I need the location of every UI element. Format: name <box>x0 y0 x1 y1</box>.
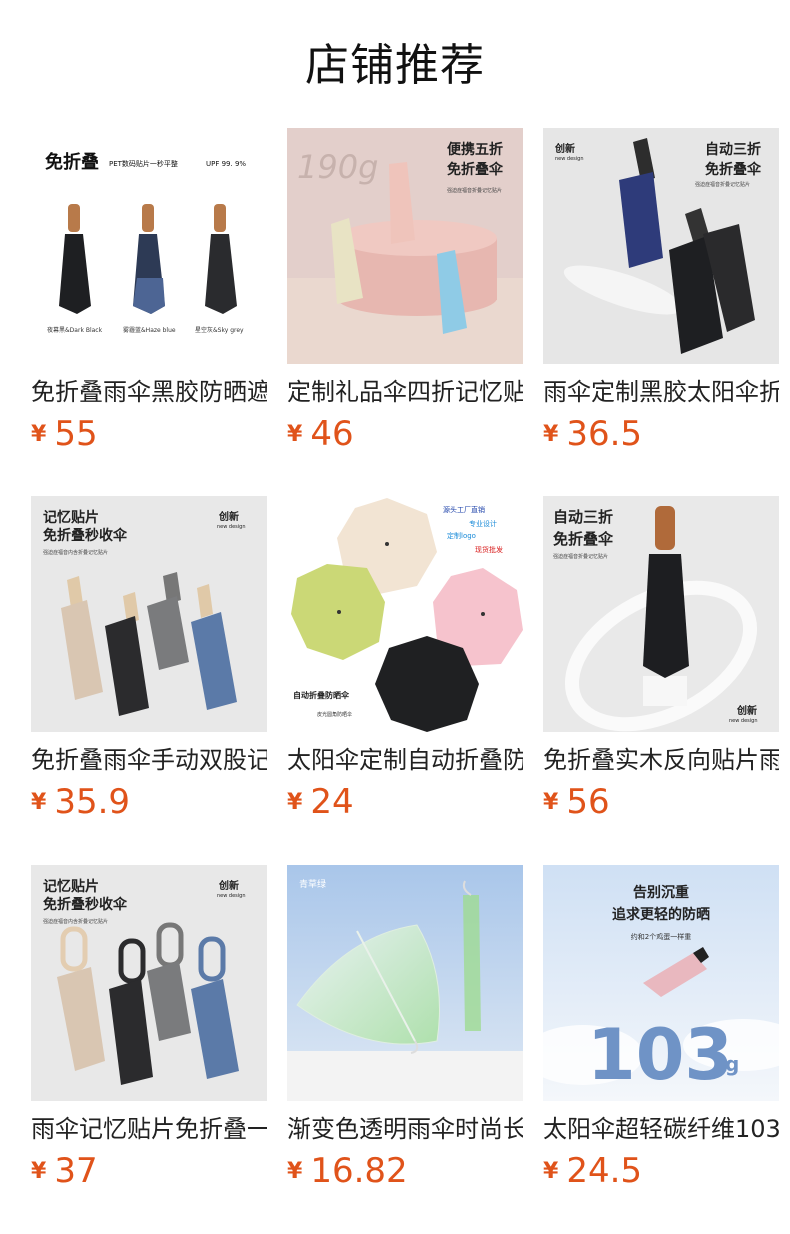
svg-text:定制logo: 定制logo <box>447 531 476 540</box>
product-name[interactable]: 免折叠实木反向贴片雨伞 <box>543 742 779 778</box>
svg-text:雾霾蓝&Haze blue: 雾霾蓝&Haze blue <box>123 326 176 334</box>
svg-text:约和2个鸡蛋一样重: 约和2个鸡蛋一样重 <box>631 932 691 941</box>
product-price: ¥36.5 <box>543 414 642 458</box>
svg-text:创新: 创新 <box>554 142 575 155</box>
price-value: 36.5 <box>566 414 643 454</box>
price-value: 46 <box>310 414 354 454</box>
svg-text:创新: 创新 <box>218 510 239 523</box>
section-title: 店铺推荐 <box>305 40 485 91</box>
svg-text:源头工厂直销: 源头工厂直销 <box>443 505 485 514</box>
svg-text:强迫症福音折叠记忆贴片: 强迫症福音折叠记忆贴片 <box>553 553 608 560</box>
product-card[interactable]: 自动三折 免折叠伞 强迫症福音折叠记忆贴片 创新 new design 免折叠实… <box>543 496 779 826</box>
product-price: ¥16.82 <box>287 1151 408 1195</box>
svg-text:记忆贴片: 记忆贴片 <box>43 878 99 895</box>
currency-symbol: ¥ <box>31 421 47 447</box>
product-card[interactable]: 190g 便携五折 免折叠伞 强迫症福音折叠记忆贴片 定制礼品伞四折记忆贴片 ¥… <box>287 128 523 458</box>
svg-text:new design: new design <box>555 156 584 162</box>
product-image[interactable]: 记忆贴片 免折叠秒收伞 强迫症福音内含折叠记忆贴片 创新 new design <box>31 865 267 1101</box>
product-name[interactable]: 免折叠雨伞黑胶防晒遮阳伞 <box>31 374 267 410</box>
product-image[interactable]: 告别沉重 追求更轻的防晒 约和2个鸡蛋一样重 103 g <box>543 865 779 1101</box>
svg-text:皮光圆角防晒伞: 皮光圆角防晒伞 <box>317 711 352 718</box>
product-image[interactable]: 190g 便携五折 免折叠伞 强迫症福音折叠记忆贴片 <box>287 128 523 364</box>
svg-text:星空灰&Sky grey: 星空灰&Sky grey <box>195 326 244 334</box>
currency-symbol: ¥ <box>287 1158 303 1184</box>
image-upf: UPF 99. 9% <box>206 160 246 168</box>
product-image[interactable]: 源头工厂直销 专业设计 定制logo 现货批发 自动折叠防晒伞 皮光圆角防晒伞 <box>287 496 523 732</box>
image-weight: 190g <box>297 148 378 186</box>
svg-text:强迫症福音内含折叠记忆贴片: 强迫症福音内含折叠记忆贴片 <box>43 549 108 556</box>
svg-text:强迫症福音折叠记忆贴片: 强迫症福音折叠记忆贴片 <box>447 187 502 194</box>
product-card[interactable]: 创新 new design 自动三折 免折叠伞 强迫症福音折叠记忆贴片 雨伞定制… <box>543 128 779 458</box>
product-price: ¥24.5 <box>543 1151 642 1195</box>
svg-text:夜幕黑&Dark Black: 夜幕黑&Dark Black <box>47 326 103 334</box>
svg-text:自动三折: 自动三折 <box>705 141 761 158</box>
product-name[interactable]: 太阳伞定制自动折叠防晒 <box>287 742 523 778</box>
svg-text:创新: 创新 <box>218 879 239 892</box>
svg-text:现货批发: 现货批发 <box>475 545 503 554</box>
svg-text:免折叠伞: 免折叠伞 <box>447 161 504 178</box>
product-card[interactable]: 告别沉重 追求更轻的防晒 约和2个鸡蛋一样重 103 g 太阳伞超轻碳纤维103… <box>543 865 779 1195</box>
price-value: 37 <box>54 1151 98 1191</box>
product-image[interactable]: 创新 new design 自动三折 免折叠伞 强迫症福音折叠记忆贴片 <box>543 128 779 364</box>
price-value: 16.82 <box>310 1151 408 1191</box>
product-price: ¥56 <box>543 782 610 826</box>
currency-symbol: ¥ <box>543 421 559 447</box>
product-price: ¥55 <box>31 414 98 458</box>
image-headline: 免折叠 <box>45 151 99 173</box>
price-value: 24 <box>310 782 354 822</box>
svg-text:强迫症福音折叠记忆贴片: 强迫症福音折叠记忆贴片 <box>695 181 750 188</box>
svg-text:免折叠伞: 免折叠伞 <box>705 161 762 178</box>
product-name[interactable]: 雨伞定制黑胶太阳伞折叠 <box>543 374 779 410</box>
product-price: ¥46 <box>287 414 354 458</box>
price-value: 55 <box>54 414 98 454</box>
svg-text:免折叠秒收伞: 免折叠秒收伞 <box>43 896 128 913</box>
currency-symbol: ¥ <box>287 789 303 815</box>
product-name[interactable]: 太阳伞超轻碳纤维103g <box>543 1111 779 1147</box>
svg-text:new design: new design <box>729 718 758 724</box>
currency-symbol: ¥ <box>31 789 47 815</box>
product-card[interactable]: 记忆贴片 免折叠秒收伞 强迫症福音内含折叠记忆贴片 创新 new design … <box>31 496 267 826</box>
svg-text:创新: 创新 <box>736 704 757 717</box>
svg-text:免折叠秒收伞: 免折叠秒收伞 <box>43 527 128 544</box>
product-card[interactable]: 记忆贴片 免折叠秒收伞 强迫症福音内含折叠记忆贴片 创新 new design … <box>31 865 267 1195</box>
price-value: 56 <box>566 782 610 822</box>
product-card[interactable]: 青草绿 渐变色透明雨伞时尚长柄 ¥16.82 <box>287 865 523 1195</box>
product-name[interactable]: 免折叠雨伞手动双股记忆 <box>31 742 267 778</box>
product-card[interactable]: 免折叠 PET数码贴片一秒平整 UPF 99. 9% 夜幕黑&Dark Blac… <box>31 128 267 458</box>
product-name[interactable]: 雨伞记忆贴片免折叠一秒收 <box>31 1111 267 1147</box>
currency-symbol: ¥ <box>543 1158 559 1184</box>
svg-text:强迫症福音内含折叠记忆贴片: 强迫症福音内含折叠记忆贴片 <box>43 918 108 925</box>
product-price: ¥37 <box>31 1151 98 1195</box>
svg-text:记忆贴片: 记忆贴片 <box>43 509 99 526</box>
product-image[interactable]: 免折叠 PET数码贴片一秒平整 UPF 99. 9% 夜幕黑&Dark Blac… <box>31 128 267 364</box>
product-image[interactable]: 自动三折 免折叠伞 强迫症福音折叠记忆贴片 创新 new design <box>543 496 779 732</box>
product-image[interactable]: 青草绿 <box>287 865 523 1101</box>
product-card[interactable]: 源头工厂直销 专业设计 定制logo 现货批发 自动折叠防晒伞 皮光圆角防晒伞 … <box>287 496 523 826</box>
svg-text:告别沉重: 告别沉重 <box>633 884 689 901</box>
product-name[interactable]: 渐变色透明雨伞时尚长柄 <box>287 1111 523 1147</box>
image-subline: PET数码贴片一秒平整 <box>109 159 178 168</box>
currency-symbol: ¥ <box>31 1158 47 1184</box>
svg-text:new design: new design <box>217 524 246 530</box>
product-price: ¥24 <box>287 782 354 826</box>
product-image[interactable]: 记忆贴片 免折叠秒收伞 强迫症福音内含折叠记忆贴片 创新 new design <box>31 496 267 732</box>
currency-symbol: ¥ <box>287 421 303 447</box>
svg-text:自动折叠防晒伞: 自动折叠防晒伞 <box>293 690 350 700</box>
price-value: 35.9 <box>54 782 131 822</box>
svg-text:专业设计: 专业设计 <box>469 519 497 528</box>
svg-text:自动三折: 自动三折 <box>553 508 613 526</box>
product-price: ¥35.9 <box>31 782 130 826</box>
svg-text:追求更轻的防晒: 追求更轻的防晒 <box>612 906 710 923</box>
svg-text:青草绿: 青草绿 <box>299 878 326 890</box>
product-name[interactable]: 定制礼品伞四折记忆贴片 <box>287 374 523 410</box>
image-weight: 103 <box>587 1014 733 1096</box>
svg-text:免折叠伞: 免折叠伞 <box>553 530 614 548</box>
currency-symbol: ¥ <box>543 789 559 815</box>
svg-text:便携五折: 便携五折 <box>447 141 503 158</box>
price-value: 24.5 <box>566 1151 643 1191</box>
svg-text:new design: new design <box>217 893 246 899</box>
svg-text:g: g <box>725 1052 739 1076</box>
